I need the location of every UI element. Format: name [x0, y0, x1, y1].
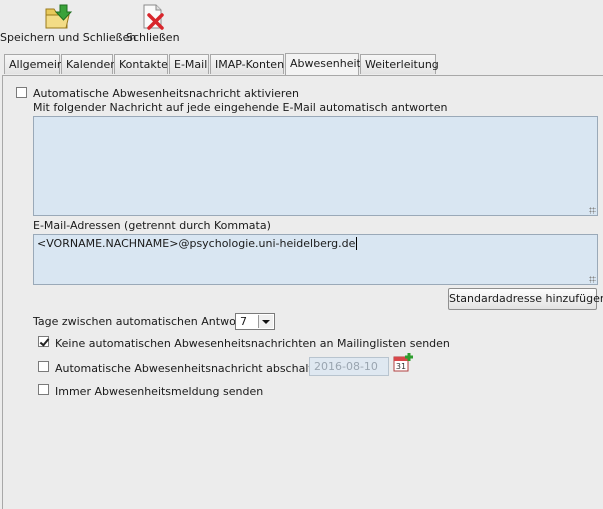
tab-kalender[interactable]: Kalender [61, 54, 115, 74]
always-send-label: Immer Abwesenheitsmeldung senden [55, 385, 264, 398]
tab-abwesenheit[interactable]: Abwesenheit [285, 53, 361, 75]
tab-label: Kalender [66, 58, 115, 71]
save-and-close-label: Speichern und Schließen [0, 31, 137, 44]
auto-off-label: Automatische Abwesenheitsnachricht absch… [55, 362, 348, 375]
tab-label: E-Mail [174, 58, 208, 71]
enable-absence-label: Automatische Abwesenheitsnachricht aktiv… [33, 87, 299, 100]
resize-grip-icon[interactable] [589, 207, 596, 214]
save-and-close-button[interactable]: Speichern und Schließen [0, 0, 137, 46]
addresses-label: E-Mail-Adressen (getrennt durch Kommata) [33, 219, 271, 232]
close-document-icon [138, 3, 168, 31]
tab-email[interactable]: E-Mail [169, 54, 209, 74]
days-between-label: Tage zwischen automatischen Antworten [33, 315, 259, 328]
message-label: Mit folgender Nachricht auf jede eingehe… [33, 101, 448, 114]
close-button[interactable]: Schließen [126, 0, 180, 46]
enable-absence-checkbox[interactable] [16, 87, 27, 98]
tab-label: Weiterleitung [365, 58, 439, 71]
auto-off-date-value: 2016-08-10 [314, 360, 378, 373]
save-folder-icon [43, 3, 73, 31]
tab-label: Allgemein [9, 58, 64, 71]
always-send-checkbox[interactable] [38, 384, 49, 395]
tab-allgemein[interactable]: Allgemein [4, 54, 64, 74]
tab-kontakte[interactable]: Kontakte [114, 54, 168, 74]
svg-text:31: 31 [396, 362, 406, 371]
tab-label: IMAP-Konten [215, 58, 285, 71]
tab-label: Kontakte [119, 58, 168, 71]
chevron-down-icon[interactable] [258, 315, 273, 328]
auto-off-checkbox[interactable] [38, 361, 49, 372]
add-default-address-button[interactable]: Standardadresse hinzufügen [448, 288, 603, 310]
tab-label: Abwesenheit [290, 57, 361, 70]
no-mailinglist-checkbox[interactable] [38, 336, 49, 347]
close-label: Schließen [126, 31, 180, 44]
tab-weiterleitung[interactable]: Weiterleitung [360, 54, 439, 74]
resize-grip-icon[interactable] [589, 276, 596, 283]
days-between-select[interactable]: 7 [235, 313, 275, 330]
addresses-textarea[interactable]: <VORNAME.NACHNAME>@psychologie.uni-heide… [33, 234, 598, 285]
addresses-value: <VORNAME.NACHNAME>@psychologie.uni-heide… [37, 237, 358, 250]
calendar-add-icon[interactable]: 31 [393, 352, 415, 374]
settings-tabs: Allgemein Kalender Kontakte E-Mail IMAP-… [0, 53, 603, 76]
auto-off-date-input[interactable]: 2016-08-10 [309, 357, 389, 376]
message-textarea[interactable] [33, 116, 598, 216]
tab-imap-konten[interactable]: IMAP-Konten [210, 54, 284, 74]
days-between-value: 7 [240, 315, 247, 328]
add-default-address-label: Standardadresse hinzufügen [449, 292, 603, 305]
no-mailinglist-label: Keine automatischen Abwesenheitsnachrich… [55, 337, 450, 350]
